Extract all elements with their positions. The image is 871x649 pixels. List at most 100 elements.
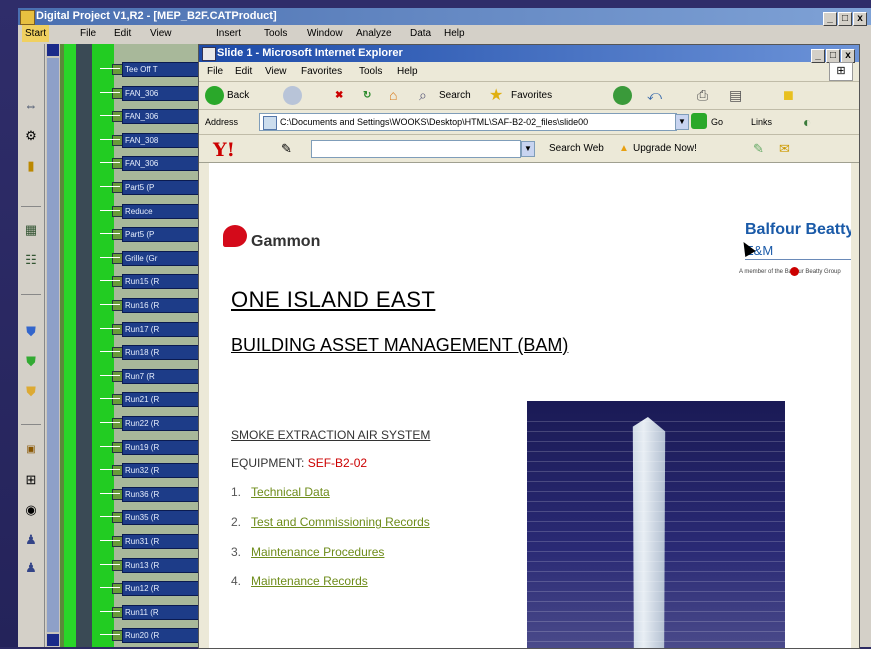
search-web-button[interactable]: Search Web	[549, 135, 604, 162]
menu-edit[interactable]: Edit	[114, 25, 131, 42]
tree-item[interactable]: Run11 (R	[122, 604, 208, 620]
menu-insert[interactable]: Insert	[216, 25, 241, 42]
highlight-icon[interactable]: ✎	[753, 135, 764, 162]
mail-icon[interactable]: ✉	[779, 135, 790, 162]
specification-tree[interactable]: Tee Off T FAN_306 FAN_306 FAN_308 FAN_306 Par…	[46, 44, 210, 647]
tree-item[interactable]: Run12 (R	[122, 581, 208, 597]
tree-item[interactable]: FAN_308	[122, 132, 208, 148]
yahoo-dropdown-icon[interactable]: ▼	[521, 141, 535, 157]
grid-icon[interactable]: ⊞	[23, 472, 39, 488]
forward-icon[interactable]	[283, 86, 302, 105]
menu-start[interactable]: Start	[22, 25, 50, 42]
tree-item[interactable]: FAN_306	[122, 109, 208, 125]
search-icon[interactable]: ⌕	[419, 82, 427, 109]
history-icon[interactable]: ⤺	[647, 82, 662, 109]
user-icon[interactable]: ♟	[23, 532, 39, 548]
yahoo-logo[interactable]: Y!	[213, 137, 235, 164]
tree-item[interactable]: FAN_306	[122, 156, 208, 172]
maximize-button[interactable]: □	[838, 12, 852, 26]
part-icon[interactable]: ▮	[23, 158, 39, 174]
tree-item[interactable]: Run21 (R	[122, 392, 208, 408]
print-icon[interactable]: ⎙	[697, 82, 708, 109]
minimize-button[interactable]: _	[823, 12, 837, 26]
tree-item[interactable]: Run22 (R	[122, 416, 208, 431]
tree-scrollbar[interactable]	[46, 44, 60, 647]
user2-icon[interactable]: ♟	[23, 560, 39, 576]
tree-item[interactable]: Run7 (R	[122, 368, 208, 384]
scroll-thumb[interactable]	[47, 58, 59, 632]
menu-data[interactable]: Data	[410, 25, 431, 42]
tree-item[interactable]: Grille (Gr	[122, 250, 208, 266]
view-icon[interactable]: ⇔	[23, 98, 39, 114]
folder-icon[interactable]: ■	[783, 82, 794, 109]
favorites-icon[interactable]: ★	[489, 82, 503, 109]
search-button[interactable]: Search	[439, 82, 471, 109]
ie-menu-help[interactable]: Help	[397, 62, 418, 81]
upgrade-button[interactable]: Upgrade Now!	[633, 135, 697, 162]
commissioning-records-link[interactable]: Test and Commissioning Records	[251, 515, 430, 529]
media-icon[interactable]	[613, 86, 632, 105]
ie-menu-edit[interactable]: Edit	[235, 62, 252, 81]
menu-tools[interactable]: Tools	[264, 25, 287, 42]
yahoo-search-input[interactable]	[311, 140, 521, 158]
tools-icon[interactable]: ⚙	[23, 128, 39, 144]
tree-item[interactable]: FAN_306	[122, 85, 208, 101]
back-icon[interactable]	[205, 86, 224, 105]
go-button[interactable]: Go	[711, 110, 723, 134]
tree-item[interactable]: Run32 (R	[122, 463, 208, 479]
close-button[interactable]: x	[853, 12, 867, 26]
tree-item[interactable]: Tee Off T	[122, 62, 208, 77]
tree-item[interactable]: Part5 (P	[122, 227, 208, 243]
ie-minimize-button[interactable]: _	[811, 49, 825, 63]
tree-item[interactable]: Run20 (R	[122, 628, 208, 644]
tree-item[interactable]: Run18 (R	[122, 345, 208, 361]
edit-icon[interactable]: ▤	[729, 82, 742, 109]
address-dropdown-icon[interactable]: ▼	[675, 114, 689, 130]
assembly-icon[interactable]: ▦	[23, 222, 39, 238]
ie-menu-tools[interactable]: Tools	[359, 62, 382, 81]
tree-item[interactable]: Reduce	[122, 203, 208, 219]
tree-item[interactable]: Run19 (R	[122, 439, 208, 455]
tree-item[interactable]: Run17 (R	[122, 321, 208, 337]
ie-menu-view[interactable]: View	[265, 62, 287, 81]
ie-menu-favorites[interactable]: Favorites	[301, 62, 342, 81]
tree-item[interactable]: Run35 (R	[122, 510, 208, 526]
measure-icon[interactable]: ◉	[23, 502, 39, 518]
tree-item[interactable]: Run31 (R	[122, 534, 208, 549]
back-button[interactable]: Back	[227, 82, 249, 109]
favorites-button[interactable]: Favorites	[511, 82, 552, 109]
ie-menu-file[interactable]: File	[207, 62, 223, 81]
tree-item[interactable]: Run13 (R	[122, 557, 208, 573]
menu-file[interactable]: File	[80, 25, 96, 42]
tree-item[interactable]: Part5 (P	[122, 180, 208, 195]
maintenance-records-link[interactable]: Maintenance Records	[251, 574, 368, 588]
tree-item[interactable]: Run15 (R	[122, 274, 208, 290]
shield-blue-icon[interactable]: ⛊	[23, 324, 39, 340]
tree-item[interactable]: Run36 (R	[122, 486, 208, 502]
menu-window[interactable]: Window	[307, 25, 343, 42]
address-input[interactable]: C:\Documents and Settings\WOOKS\Desktop\…	[259, 113, 677, 131]
scroll-down-arrow[interactable]	[47, 634, 59, 646]
ie-title-bar: Slide 1 - Microsoft Internet Explorer _ □…	[199, 45, 859, 63]
ie-scrollbar[interactable]	[851, 163, 859, 648]
menu-view[interactable]: View	[150, 25, 172, 42]
pencil-icon[interactable]: ✎	[281, 135, 292, 162]
stop-icon[interactable]: ✖	[335, 82, 343, 109]
menu-help[interactable]: Help	[444, 25, 465, 42]
refresh-icon[interactable]: ↻	[363, 82, 371, 109]
home-icon[interactable]: ⌂	[389, 82, 397, 109]
maintenance-procedures-link[interactable]: Maintenance Procedures	[251, 545, 384, 559]
links-button[interactable]: Links	[751, 110, 772, 134]
scroll-up-arrow[interactable]	[47, 44, 59, 56]
technical-data-link[interactable]: Technical Data	[251, 485, 330, 499]
ie-maximize-button[interactable]: □	[826, 49, 840, 63]
ie-close-button[interactable]: x	[841, 49, 855, 63]
go-icon[interactable]	[691, 113, 707, 129]
equipment-line: EQUIPMENT: SEF-B2-02	[231, 456, 368, 470]
calendar-icon[interactable]: ▣	[23, 442, 39, 458]
shield-green-icon[interactable]: ⛊	[23, 354, 39, 370]
catalog-icon[interactable]: ☷	[23, 252, 39, 268]
tree-item[interactable]: Run16 (R	[122, 298, 208, 313]
shield-yellow-icon[interactable]: ⛊	[23, 384, 39, 400]
menu-analyze[interactable]: Analyze	[356, 25, 392, 42]
